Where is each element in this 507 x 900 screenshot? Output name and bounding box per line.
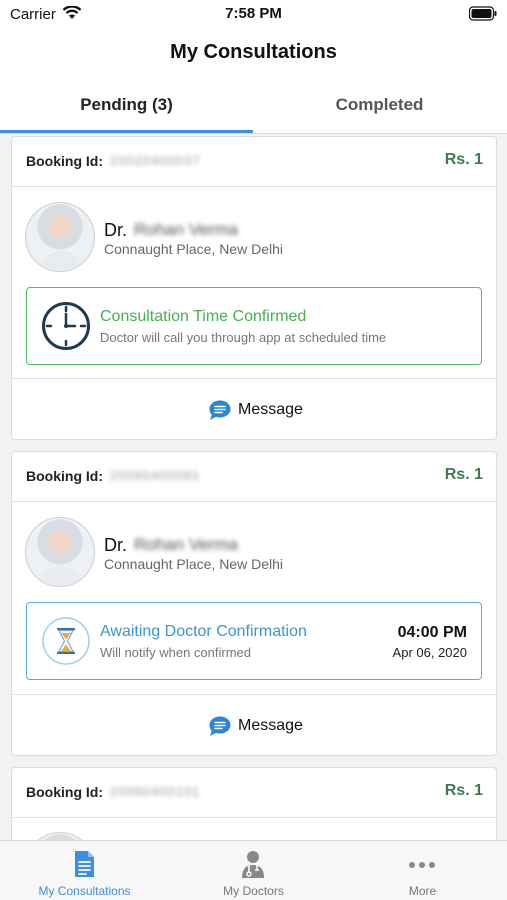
consultation-card: Booking Id: 20020400037 Rs. 1 Dr. Rohan … <box>11 136 497 440</box>
consultation-tabs: Pending (3) Completed <box>0 76 507 134</box>
consultation-list[interactable]: Booking Id: 20020400037 Rs. 1 Dr. Rohan … <box>0 134 507 840</box>
clock-time: 7:58 PM <box>225 5 282 22</box>
consultation-card: Booking Id: 20060400091 Rs. 1 Dr. Rohan … <box>11 451 497 756</box>
doctor-info[interactable] <box>12 818 496 840</box>
status-bar: Carrier 7:58 PM <box>0 0 507 30</box>
booking-id-label: Booking Id: <box>26 153 103 169</box>
clock-icon <box>42 302 90 350</box>
chat-bubble-icon <box>209 400 231 420</box>
message-button[interactable]: Message <box>12 378 496 439</box>
message-label: Message <box>238 401 303 418</box>
doctor-prefix: Dr. <box>104 220 128 240</box>
appointment-time: 04:00 PM <box>397 624 467 641</box>
tab-label: My Doctors <box>223 884 284 898</box>
more-dots-icon <box>409 862 435 868</box>
booking-id-label: Booking Id: <box>26 784 103 800</box>
active-tab-indicator <box>0 130 253 133</box>
bottom-tab-bar: My Consultations My Doctors More <box>0 840 507 900</box>
price-label: Rs. 1 <box>444 151 483 168</box>
doctor-prefix: Dr. <box>104 535 128 555</box>
booking-id-value: 20060400101 <box>110 784 201 799</box>
doctor-avatar <box>25 517 95 587</box>
tab-completed[interactable]: Completed <box>253 76 506 134</box>
price-label: Rs. 1 <box>444 782 483 799</box>
tab-my-doctors[interactable]: My Doctors <box>169 841 338 900</box>
card-header: Booking Id: 20060400091 Rs. 1 <box>12 452 496 502</box>
message-button[interactable]: Message <box>12 694 496 755</box>
page-title: My Consultations <box>170 41 337 63</box>
doctor-icon <box>242 851 264 878</box>
doctor-name: Rohan Verma <box>134 535 238 554</box>
status-title: Awaiting Doctor Confirmation <box>100 623 307 640</box>
booking-id-label: Booking Id: <box>26 468 103 484</box>
tab-more[interactable]: More <box>338 841 507 900</box>
message-label: Message <box>238 717 303 734</box>
tab-pending[interactable]: Pending (3) <box>0 76 253 134</box>
status-box-awaiting: Awaiting Doctor Confirmation Will notify… <box>26 602 482 680</box>
doctor-name: Rohan Verma <box>134 220 238 239</box>
tab-my-consultations[interactable]: My Consultations <box>0 841 169 900</box>
doctor-avatar <box>25 832 95 840</box>
status-box-confirmed: Consultation Time Confirmed Doctor will … <box>26 287 482 365</box>
consultation-card: Booking Id: 20060400101 Rs. 1 <box>11 767 497 840</box>
tab-label: My Consultations <box>38 884 131 898</box>
doctor-location: Connaught Place, New Delhi <box>104 241 283 257</box>
document-icon <box>75 851 94 877</box>
card-header: Booking Id: 20060400101 Rs. 1 <box>12 768 496 818</box>
doctor-avatar <box>25 202 95 272</box>
card-header: Booking Id: 20020400037 Rs. 1 <box>12 137 496 187</box>
doctor-location: Connaught Place, New Delhi <box>104 556 283 572</box>
booking-id-value: 20060400091 <box>110 468 201 483</box>
tab-label: More <box>408 884 437 898</box>
battery-icon <box>469 6 497 21</box>
hourglass-icon <box>42 617 90 665</box>
booking-id-value: 20020400037 <box>110 153 201 168</box>
nav-bar: My Consultations <box>0 30 507 76</box>
appointment-date: Apr 06, 2020 <box>392 645 467 660</box>
price-label: Rs. 1 <box>444 466 483 483</box>
chat-bubble-icon <box>209 716 231 736</box>
status-subtitle: Will notify when confirmed <box>100 645 251 660</box>
status-subtitle: Doctor will call you through app at sche… <box>100 330 387 345</box>
doctor-info[interactable]: Dr. Rohan Verma Connaught Place, New Del… <box>12 187 496 287</box>
status-title: Consultation Time Confirmed <box>100 308 307 325</box>
doctor-info[interactable]: Dr. Rohan Verma Connaught Place, New Del… <box>12 502 496 602</box>
